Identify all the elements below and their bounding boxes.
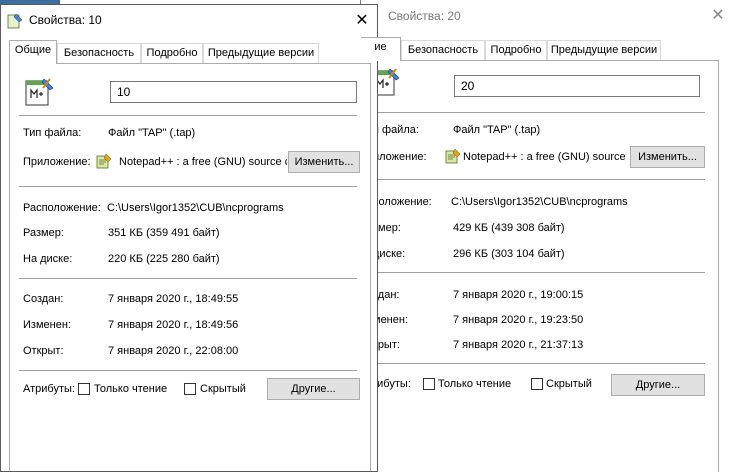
disk-value: 296 КБ (303 104 байт): [453, 248, 565, 260]
opened-label: Открыт:: [23, 345, 64, 357]
properties-icon: [7, 13, 23, 29]
location-value: C:\Users\Igor1352\CUB\ncprograms: [451, 196, 628, 208]
size-label: Размер:: [23, 227, 64, 239]
general-panel: [9, 63, 371, 471]
hidden-label[interactable]: Скрытый: [200, 383, 246, 395]
file-type-label: п файла:: [373, 124, 419, 136]
size-value: 351 КБ (359 491 байт): [108, 227, 220, 239]
modified-label: Изменен:: [23, 319, 71, 331]
change-button[interactable]: Изменить...: [288, 151, 360, 173]
notepadpp-icon: [96, 153, 112, 169]
opened-value: 7 января 2020 г., 22:08:00: [108, 345, 239, 357]
app-value: Notepad++ : a free (GNU) source c: [119, 156, 287, 168]
other-attributes-button[interactable]: Другие...: [611, 374, 705, 396]
window-title: Свойства: 10: [29, 13, 102, 27]
hidden-checkbox[interactable]: [184, 383, 196, 395]
properties-window-20: Свойства: 20 ✕ ие Безопасность Подробно …: [360, 0, 730, 472]
file-type-value: Файл "TAP" (.tap): [453, 124, 541, 136]
hidden-checkbox[interactable]: [531, 378, 543, 390]
file-type-value: Файл "TAP" (.tap): [108, 127, 196, 139]
file-icon: [25, 78, 54, 106]
file-type-label: Тип файла:: [23, 127, 82, 139]
modified-value: 7 января 2020 г., 19:23:50: [453, 314, 584, 326]
app-label: Приложение:: [23, 156, 91, 168]
tab-security[interactable]: Безопасность: [401, 40, 485, 60]
separator: [19, 370, 357, 371]
separator: [19, 115, 357, 116]
filename-input[interactable]: 10: [110, 81, 357, 103]
filename-input[interactable]: 20: [454, 75, 700, 97]
close-icon[interactable]: ✕: [705, 4, 730, 26]
size-value: 429 КБ (439 308 байт): [453, 222, 565, 234]
separator: [369, 112, 705, 113]
other-attributes-button[interactable]: Другие...: [267, 378, 360, 400]
notepadpp-icon: [445, 148, 461, 164]
tab-general[interactable]: ие: [361, 37, 401, 61]
properties-window-10: Свойства: 10 ✕ Общие Безопасность Подроб…: [0, 4, 378, 472]
modified-value: 7 января 2020 г., 18:49:56: [108, 319, 239, 331]
readonly-checkbox[interactable]: [423, 378, 435, 390]
tab-general[interactable]: Общие: [9, 40, 57, 64]
readonly-label[interactable]: Только чтение: [438, 378, 511, 390]
separator: [369, 179, 705, 180]
readonly-label[interactable]: Только чтение: [94, 383, 167, 395]
opened-value: 7 января 2020 г., 21:37:13: [453, 339, 584, 351]
disk-value: 220 КБ (225 280 байт): [108, 253, 220, 265]
tab-details[interactable]: Подробно: [141, 43, 203, 63]
separator: [369, 272, 705, 273]
separator: [19, 278, 357, 279]
tab-details[interactable]: Подробно: [485, 40, 547, 60]
modified-label: менен:: [373, 314, 409, 326]
tab-previous-versions[interactable]: Предыдущие версии: [547, 40, 661, 60]
location-label: Расположение:: [23, 202, 101, 214]
window-title: Свойства: 20: [388, 9, 461, 23]
location-value: C:\Users\Igor1352\CUB\ncprograms: [107, 202, 284, 214]
tab-security[interactable]: Безопасность: [57, 43, 141, 63]
hidden-label[interactable]: Скрытый: [546, 378, 592, 390]
separator: [369, 363, 705, 364]
separator: [19, 186, 357, 187]
close-icon[interactable]: ✕: [349, 9, 375, 31]
tab-previous-versions[interactable]: Предыдущие версии: [203, 43, 319, 63]
app-value: Notepad++ : a free (GNU) source c: [463, 151, 628, 163]
disk-label: На диске:: [23, 253, 73, 265]
created-value: 7 января 2020 г., 18:49:55: [108, 293, 239, 305]
app-label: иложение:: [373, 151, 427, 163]
change-button[interactable]: Изменить...: [630, 146, 705, 168]
general-panel: [361, 60, 719, 472]
created-label: Создан:: [23, 293, 64, 305]
attributes-label: Атрибуты:: [23, 383, 75, 395]
created-value: 7 января 2020 г., 19:00:15: [453, 289, 584, 301]
readonly-checkbox[interactable]: [78, 383, 90, 395]
